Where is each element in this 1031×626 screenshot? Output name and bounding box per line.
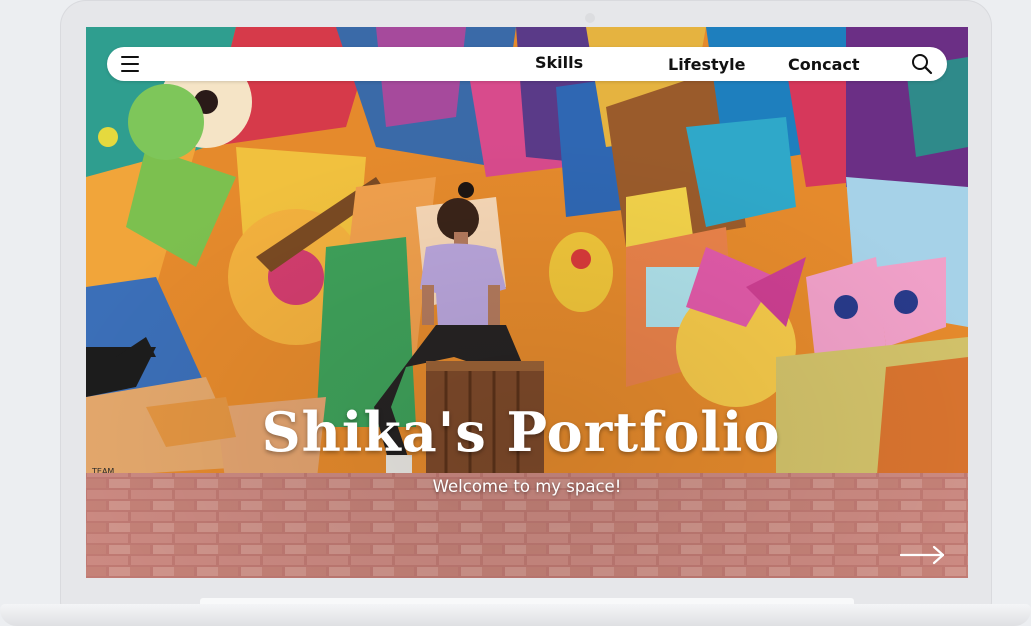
right-arrow-icon[interactable] (900, 545, 946, 565)
laptop-base (0, 604, 1031, 626)
nav-link-contact[interactable]: Concact (788, 55, 860, 74)
top-navigation-bar: Skills Lifestyle Concact (107, 47, 947, 81)
hero-title: Shika's Portfolio (261, 400, 781, 464)
laptop-screen: TEAM Skills Lifestyle Concact Shika's (86, 27, 968, 578)
search-icon[interactable] (911, 53, 933, 75)
nav-link-skills[interactable]: Skills (535, 53, 583, 72)
hero-subtitle: Welcome to my space! (432, 477, 622, 496)
webcam (585, 13, 595, 23)
hamburger-menu-icon[interactable] (121, 56, 139, 73)
nav-link-lifestyle[interactable]: Lifestyle (668, 55, 745, 74)
